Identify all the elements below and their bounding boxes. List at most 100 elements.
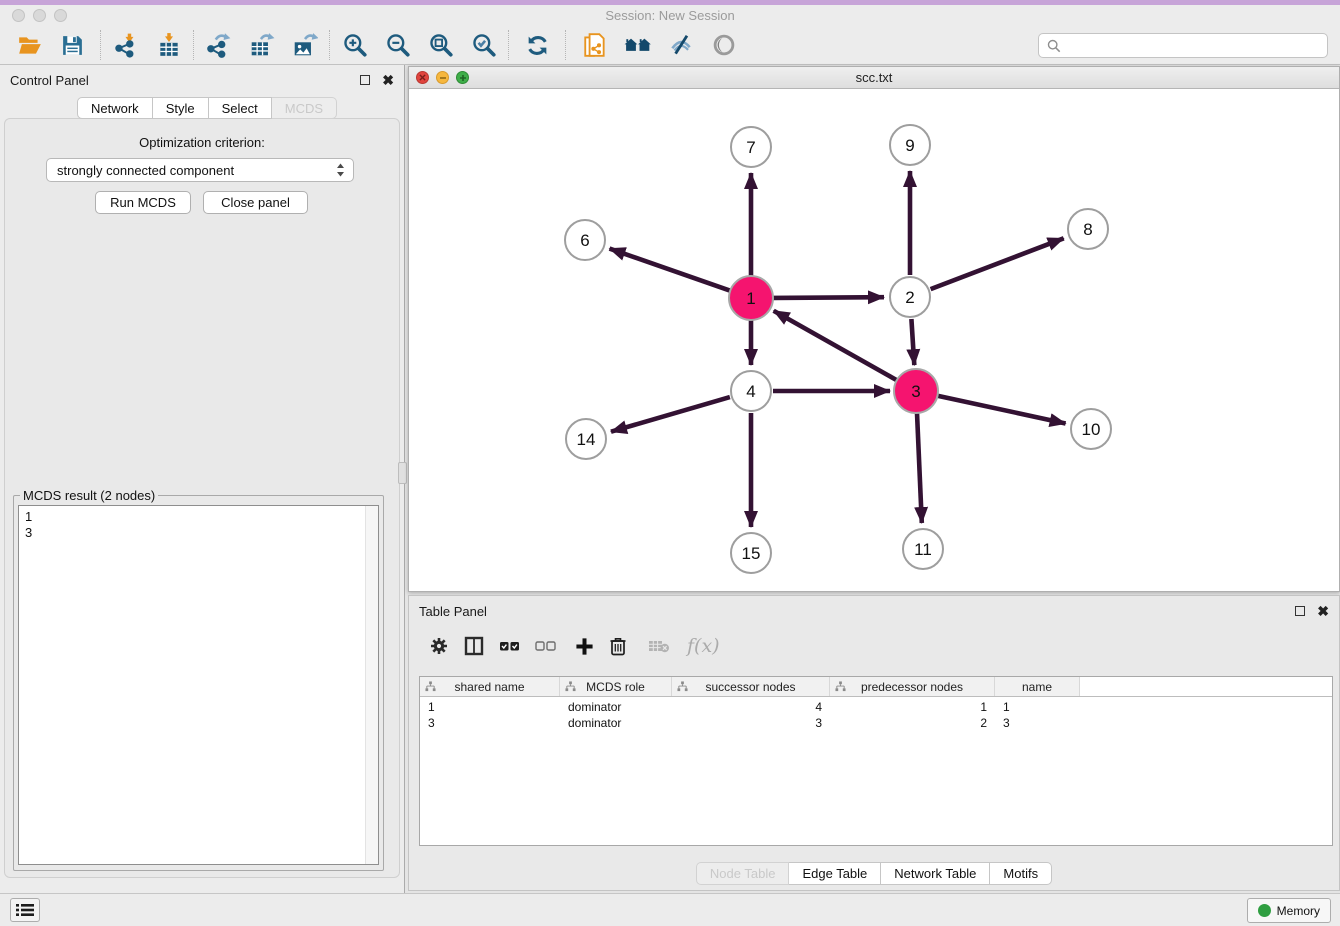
header-filler (1080, 677, 1332, 696)
node-15[interactable]: 15 (731, 533, 771, 573)
edge-1-2[interactable] (773, 297, 884, 298)
node-10[interactable]: 10 (1071, 409, 1111, 449)
mcds-result-scrollbar[interactable] (365, 506, 378, 864)
node-label: 10 (1082, 420, 1101, 439)
run-mcds-button[interactable]: Run MCDS (95, 191, 191, 214)
export-network-button[interactable] (197, 26, 240, 64)
list-icon (16, 903, 34, 917)
select-all-columns-button[interactable] (499, 638, 520, 654)
column-header-mcds-role[interactable]: MCDS role (560, 677, 672, 696)
table-row[interactable]: 3dominator323 (420, 715, 1332, 731)
tab-edge-table[interactable]: Edge Table (789, 862, 881, 885)
node-14[interactable]: 14 (566, 419, 606, 459)
edge-3-10[interactable] (938, 396, 1066, 424)
hide-graphics-details-button[interactable] (659, 26, 702, 64)
column-header-shared-name[interactable]: shared name (420, 677, 560, 696)
tab-network[interactable]: Network (77, 97, 153, 119)
network-graph[interactable]: 7 9 6 8 1 2 4 3 14 10 15 11 (409, 89, 1339, 591)
gear-icon (429, 636, 449, 656)
export-image-button[interactable] (283, 26, 326, 64)
tab-node-table[interactable]: Node Table (696, 862, 790, 885)
column-header-name[interactable]: name (995, 677, 1080, 696)
close-panel-icon[interactable]: ✖ (382, 75, 394, 85)
table-header-row: shared nameMCDS rolesuccessor nodesprede… (420, 677, 1332, 697)
zoom-out-button[interactable] (376, 26, 419, 64)
session-title: Session: New Session (0, 8, 1340, 23)
minimize-glyph-icon (439, 74, 447, 82)
close-table-panel-icon[interactable]: ✖ (1317, 606, 1329, 616)
node-8[interactable]: 8 (1068, 209, 1108, 249)
checked-boxes-icon (499, 638, 520, 654)
edge-3-1[interactable] (774, 311, 897, 380)
node-2[interactable]: 2 (890, 277, 930, 317)
deselect-all-columns-button[interactable] (535, 638, 556, 654)
control-panel: Control Panel ✖ NetworkStyleSelectMCDS O… (0, 65, 405, 893)
memory-button[interactable]: Memory (1247, 898, 1331, 923)
mcds-result-lines: 13 (19, 506, 378, 544)
function-builder-button[interactable]: f(x) (687, 635, 720, 657)
column-header-predecessor-nodes[interactable]: predecessor nodes (830, 677, 995, 696)
tab-style[interactable]: Style (153, 97, 209, 119)
cell-shared-name: 1 (420, 700, 560, 714)
node-9[interactable]: 9 (890, 125, 930, 165)
open-session-button[interactable] (8, 26, 51, 64)
select-stepper-icon (336, 163, 345, 177)
node-label: 8 (1083, 220, 1092, 239)
float-panel-icon[interactable] (360, 75, 370, 85)
tab-mcds[interactable]: MCDS (272, 97, 337, 119)
apply-layout-button[interactable] (516, 26, 559, 64)
optimization-criterion-value: strongly connected component (57, 163, 336, 178)
show-columns-button[interactable] (464, 636, 484, 656)
memory-status-icon (1258, 904, 1271, 917)
network-close-button[interactable] (416, 71, 429, 84)
node-3[interactable]: 3 (894, 369, 938, 413)
network-view-window: scc.txt 7 9 6 8 1 2 4 3 14 10 15 11 (408, 66, 1340, 592)
zoom-in-button[interactable] (333, 26, 376, 64)
zoom-selected-button[interactable] (462, 26, 505, 64)
delete-column-button[interactable] (609, 636, 627, 656)
optimization-criterion-select[interactable]: strongly connected component (46, 158, 354, 182)
cell-name: 3 (995, 716, 1080, 730)
table-settings-button[interactable] (429, 636, 449, 656)
float-table-panel-icon[interactable] (1295, 606, 1305, 616)
tab-select[interactable]: Select (209, 97, 272, 119)
node-7[interactable]: 7 (731, 127, 771, 167)
show-graphics-details-button[interactable] (702, 26, 745, 64)
column-header-successor-nodes[interactable]: successor nodes (672, 677, 830, 696)
network-minimize-button[interactable] (436, 71, 449, 84)
edge-2-3[interactable] (911, 319, 914, 365)
node-6[interactable]: 6 (565, 220, 605, 260)
mcds-result-area[interactable]: 13 (18, 505, 379, 865)
node-4[interactable]: 4 (731, 371, 771, 411)
import-table-button[interactable] (147, 26, 190, 64)
edge-4-14[interactable] (611, 397, 730, 432)
edge-2-8[interactable] (931, 238, 1064, 289)
close-panel-button[interactable]: Close panel (203, 191, 308, 214)
tab-network-table[interactable]: Network Table (881, 862, 990, 885)
column-type-icon (425, 681, 436, 692)
node-label: 11 (914, 540, 932, 559)
zoom-in-icon (342, 32, 368, 58)
search-input[interactable] (1067, 38, 1319, 53)
node-1[interactable]: 1 (729, 276, 773, 320)
export-table-button[interactable] (240, 26, 283, 64)
zoom-fit-icon (428, 32, 454, 58)
network-maximize-button[interactable] (456, 71, 469, 84)
delete-table-button[interactable] (648, 638, 670, 654)
network-overview-button[interactable] (616, 26, 659, 64)
tab-motifs[interactable]: Motifs (990, 862, 1052, 885)
network-window-titlebar[interactable]: scc.txt (409, 67, 1339, 89)
edge-3-11[interactable] (917, 413, 922, 523)
table-row[interactable]: 1dominator411 (420, 699, 1332, 715)
node-11[interactable]: 11 (903, 529, 943, 569)
edge-1-6[interactable] (610, 249, 731, 291)
table-body: 1dominator4113dominator323 (420, 699, 1332, 731)
create-column-button[interactable] (575, 637, 594, 656)
save-session-button[interactable] (51, 26, 94, 64)
panel-splitter-handle[interactable] (398, 462, 407, 484)
search-box[interactable] (1038, 33, 1328, 58)
import-network-button[interactable] (104, 26, 147, 64)
new-network-button[interactable] (573, 26, 616, 64)
task-history-button[interactable] (10, 898, 40, 922)
zoom-fit-button[interactable] (419, 26, 462, 64)
